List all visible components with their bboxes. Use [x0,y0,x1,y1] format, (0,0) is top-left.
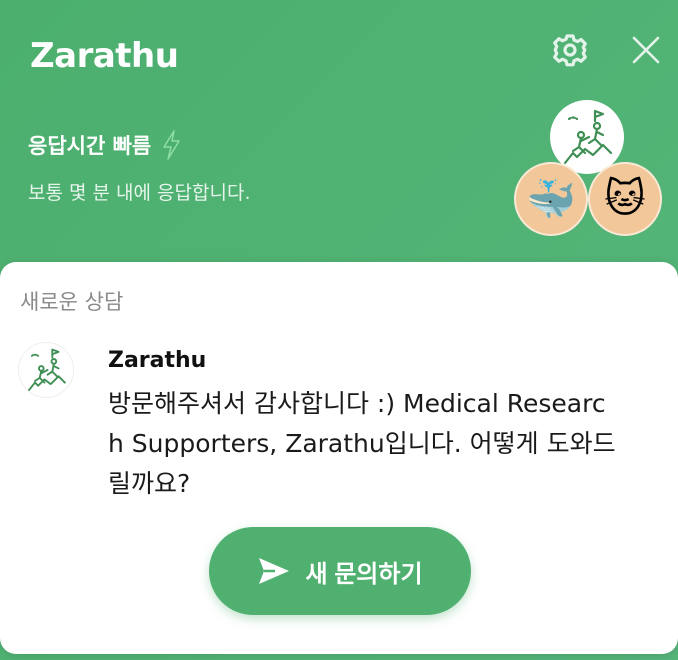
response-time-title: 응답시간 빠름 [28,130,181,160]
message-text: 방문해주셔서 감사합니다 :) Medical Research Support… [108,389,616,498]
response-time-label: 응답시간 빠름 [28,134,152,158]
conversation-title: 새로운 상담 [20,290,124,314]
new-inquiry-label: 새 문의하기 [305,560,423,588]
response-time-subtitle: 보통 몇 분 내에 응답합니다. [28,182,251,204]
cat-avatar: 🐱 [588,162,662,236]
close-icon [632,36,660,64]
sender-avatar [18,342,74,398]
close-button[interactable] [628,32,664,68]
gear-icon [553,34,587,67]
header-bar: Zarathu [30,32,660,82]
climbing-team-icon [27,348,66,392]
send-icon [259,558,290,584]
whale-avatar: 🐳 [514,162,588,236]
sender-name: Zarathu [108,348,207,373]
chat-widget: Zarathu 응답시간 빠름 보통 몇 분 내에 응답합니다. 🐳 🐱 새로운… [0,0,678,660]
settings-button[interactable] [552,32,588,68]
climbing-team-icon [563,109,613,165]
brand-title: Zarathu [30,36,179,76]
lightning-icon [163,130,180,160]
new-inquiry-button[interactable]: 새 문의하기 [209,527,471,615]
conversation-card[interactable]: 새로운 상담 Zarathu 방문해주셔서 감사합니다 :) Medical R… [0,262,678,654]
